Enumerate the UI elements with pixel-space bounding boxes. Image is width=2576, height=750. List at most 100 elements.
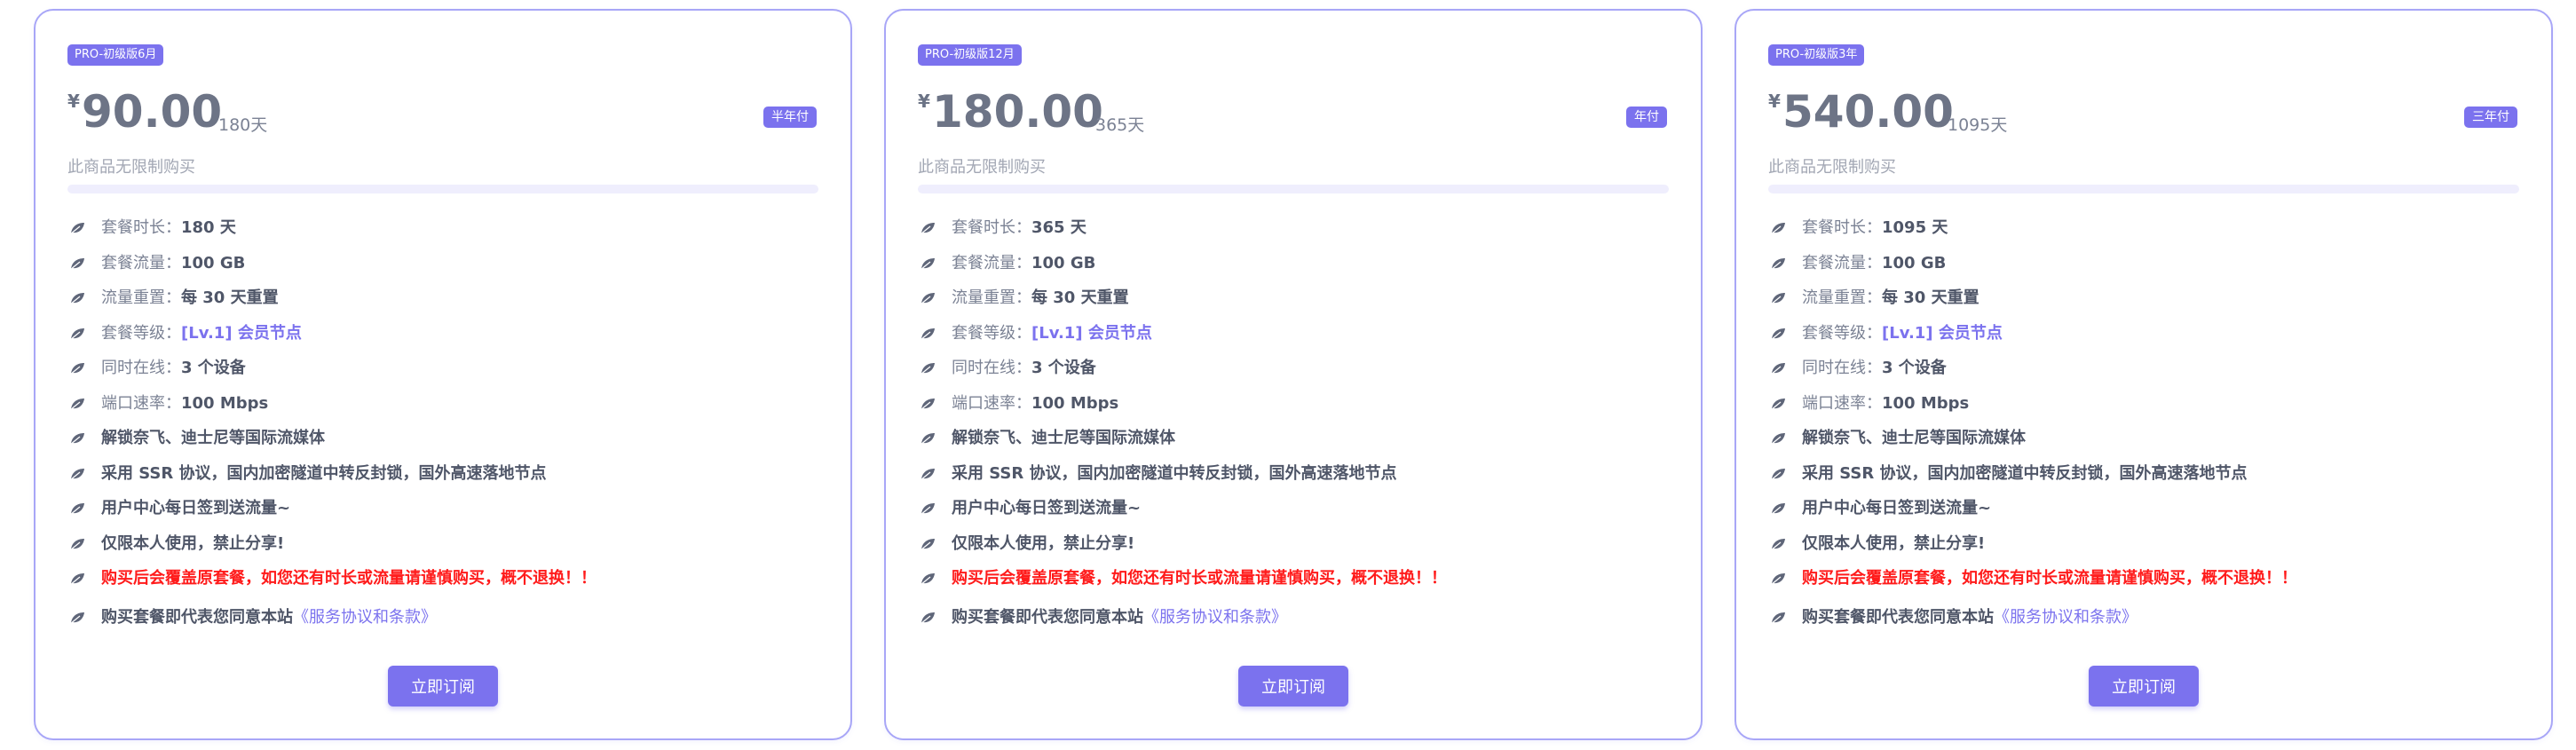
feature-personal: 仅限本人使用，禁止分享! [67, 531, 833, 566]
feature-agreement: 购买套餐即代表您同意本站《服务协议和条款》 [67, 604, 833, 640]
leaf-icon [920, 223, 935, 235]
subscribe-button[interactable]: 立即订阅 [2089, 666, 2199, 707]
feature-label: 套餐流量： [952, 253, 1031, 272]
feature-traffic: 套餐流量：100 GB [918, 250, 1683, 286]
feature-list: 套餐时长：180 天 套餐流量：100 GB 流量重置：每 30 天重置 套餐等… [67, 215, 833, 639]
divider [918, 185, 1669, 193]
leaf-icon [1770, 328, 1785, 341]
leaf-icon [1770, 612, 1785, 625]
plan-tag: PRO-初级版3年 [1768, 44, 1865, 66]
feature-online: 同时在线：3 个设备 [1768, 355, 2533, 391]
leaf-icon [69, 612, 84, 625]
feature-text: 用户中心每日签到送流量~ [952, 499, 1142, 517]
feature-checkin: 用户中心每日签到送流量~ [1768, 495, 2533, 531]
feature-level: 套餐等级：[Lv.1] 会员节点 [918, 320, 1683, 356]
feature-label: 套餐流量： [1802, 253, 1882, 272]
currency-symbol: ¥ [67, 91, 80, 112]
feature-value: 每 30 天重置 [1882, 288, 1979, 307]
feature-agreement: 购买套餐即代表您同意本站《服务协议和条款》 [918, 604, 1683, 640]
feature-level: 套餐等级：[Lv.1] 会员节点 [1768, 320, 2533, 356]
feature-duration: 套餐时长：365 天 [918, 215, 1683, 250]
feature-value: 100 GB [1031, 253, 1096, 272]
pay-period-badge: 半年付 [763, 107, 817, 128]
feature-value: 3 个设备 [1031, 359, 1096, 377]
leaf-icon [69, 573, 84, 586]
feature-value: [Lv.1] 会员节点 [1882, 323, 2003, 343]
feature-value: 每 30 天重置 [1031, 288, 1129, 307]
leaf-icon [1770, 503, 1785, 516]
leaf-icon [69, 223, 84, 235]
feature-value: [Lv.1] 会员节点 [181, 323, 302, 343]
feature-online: 同时在线：3 个设备 [67, 355, 833, 391]
currency-symbol: ¥ [918, 91, 930, 112]
purchase-limit: 此商品无限制购买 [1768, 158, 1896, 177]
feature-reset: 流量重置：每 30 天重置 [918, 285, 1683, 320]
feature-personal: 仅限本人使用，禁止分享! [918, 531, 1683, 566]
feature-checkin: 用户中心每日签到送流量~ [67, 495, 833, 531]
warning-text: 购买后会覆盖原套餐，如您还有时长或流量请谨慎购买，概不退换！！ [952, 569, 1447, 588]
feature-agreement: 购买套餐即代表您同意本站《服务协议和条款》 [1768, 604, 2533, 640]
feature-label: 套餐等级： [1802, 323, 1882, 343]
feature-text: 仅限本人使用，禁止分享! [1802, 533, 1986, 553]
feature-label: 流量重置： [101, 288, 181, 307]
feature-unlock: 解锁奈飞、迪士尼等国际流媒体 [67, 425, 833, 461]
feature-value: 3 个设备 [181, 359, 246, 377]
feature-text: 用户中心每日签到送流量~ [101, 499, 291, 517]
leaf-icon [920, 573, 935, 586]
plan-cards: PRO-初级版6月 ¥ 90.00 180天 半年付 此商品无限制购买 套餐时长… [0, 0, 2576, 750]
plan-days: 1095天 [1948, 115, 2008, 135]
plan-card-3y: PRO-初级版3年 ¥ 540.00 1095天 三年付 此商品无限制购买 套餐… [1734, 9, 2553, 740]
feature-label: 端口速率： [1802, 393, 1882, 413]
leaf-icon [69, 398, 84, 411]
feature-value: 100 Mbps [181, 393, 269, 413]
feature-unlock: 解锁奈飞、迪士尼等国际流媒体 [918, 425, 1683, 461]
leaf-icon [1770, 398, 1785, 411]
leaf-icon [69, 503, 84, 516]
leaf-icon [1770, 468, 1785, 481]
leaf-icon [69, 328, 84, 341]
feature-speed: 端口速率：100 Mbps [1768, 391, 2533, 426]
leaf-icon [920, 328, 935, 341]
feature-text: 用户中心每日签到送流量~ [1802, 499, 1992, 517]
plan-days: 180天 [218, 115, 268, 135]
feature-label: 流量重置： [1802, 288, 1882, 307]
leaf-icon [920, 293, 935, 305]
terms-link[interactable]: 《服务协议和条款》 [1994, 608, 2137, 627]
leaf-icon [1770, 538, 1785, 551]
feature-value: 3 个设备 [1882, 359, 1947, 377]
feature-value: 180 天 [181, 218, 236, 237]
leaf-icon [69, 468, 84, 481]
feature-reset: 流量重置：每 30 天重置 [1768, 285, 2533, 320]
leaf-icon [1770, 433, 1785, 446]
feature-value: [Lv.1] 会员节点 [1031, 323, 1152, 343]
feature-unlock: 解锁奈飞、迪士尼等国际流媒体 [1768, 425, 2533, 461]
purchase-limit: 此商品无限制购买 [918, 158, 1046, 177]
feature-label: 端口速率： [952, 393, 1031, 413]
feature-text: 仅限本人使用，禁止分享! [952, 533, 1135, 553]
terms-link[interactable]: 《服务协议和条款》 [293, 608, 437, 627]
warning-text: 购买后会覆盖原套餐，如您还有时长或流量请谨慎购买，概不退换！！ [1802, 569, 2297, 588]
terms-link[interactable]: 《服务协议和条款》 [1143, 608, 1287, 627]
feature-protocol: 采用 SSR 协议，国内加密隧道中转反封锁，国外高速落地节点 [1768, 461, 2533, 496]
feature-value: 100 Mbps [1882, 393, 1970, 413]
agreement-prefix: 购买套餐即代表您同意本站 [952, 607, 1143, 627]
subscribe-button[interactable]: 立即订阅 [388, 666, 498, 707]
feature-warning: 购买后会覆盖原套餐，如您还有时长或流量请谨慎购买，概不退换！！ [67, 565, 833, 601]
plan-card-6m: PRO-初级版6月 ¥ 90.00 180天 半年付 此商品无限制购买 套餐时长… [34, 9, 852, 740]
leaf-icon [1770, 573, 1785, 586]
feature-online: 同时在线：3 个设备 [918, 355, 1683, 391]
feature-value: 100 GB [181, 253, 246, 272]
leaf-icon [1770, 293, 1785, 305]
feature-label: 套餐流量： [101, 253, 181, 272]
feature-list: 套餐时长：1095 天 套餐流量：100 GB 流量重置：每 30 天重置 套餐… [1768, 215, 2533, 639]
feature-text: 仅限本人使用，禁止分享! [101, 533, 285, 553]
warning-text: 购买后会覆盖原套餐，如您还有时长或流量请谨慎购买，概不退换！！ [101, 569, 597, 588]
feature-text: 解锁奈飞、迪士尼等国际流媒体 [952, 429, 1175, 447]
leaf-icon [69, 433, 84, 446]
leaf-icon [1770, 223, 1785, 235]
leaf-icon [69, 363, 84, 375]
feature-protocol: 采用 SSR 协议，国内加密隧道中转反封锁，国外高速落地节点 [918, 461, 1683, 496]
subscribe-button[interactable]: 立即订阅 [1238, 666, 1348, 707]
feature-text: 采用 SSR 协议，国内加密隧道中转反封锁，国外高速落地节点 [952, 463, 1397, 483]
pay-period-badge: 三年付 [2464, 107, 2517, 128]
